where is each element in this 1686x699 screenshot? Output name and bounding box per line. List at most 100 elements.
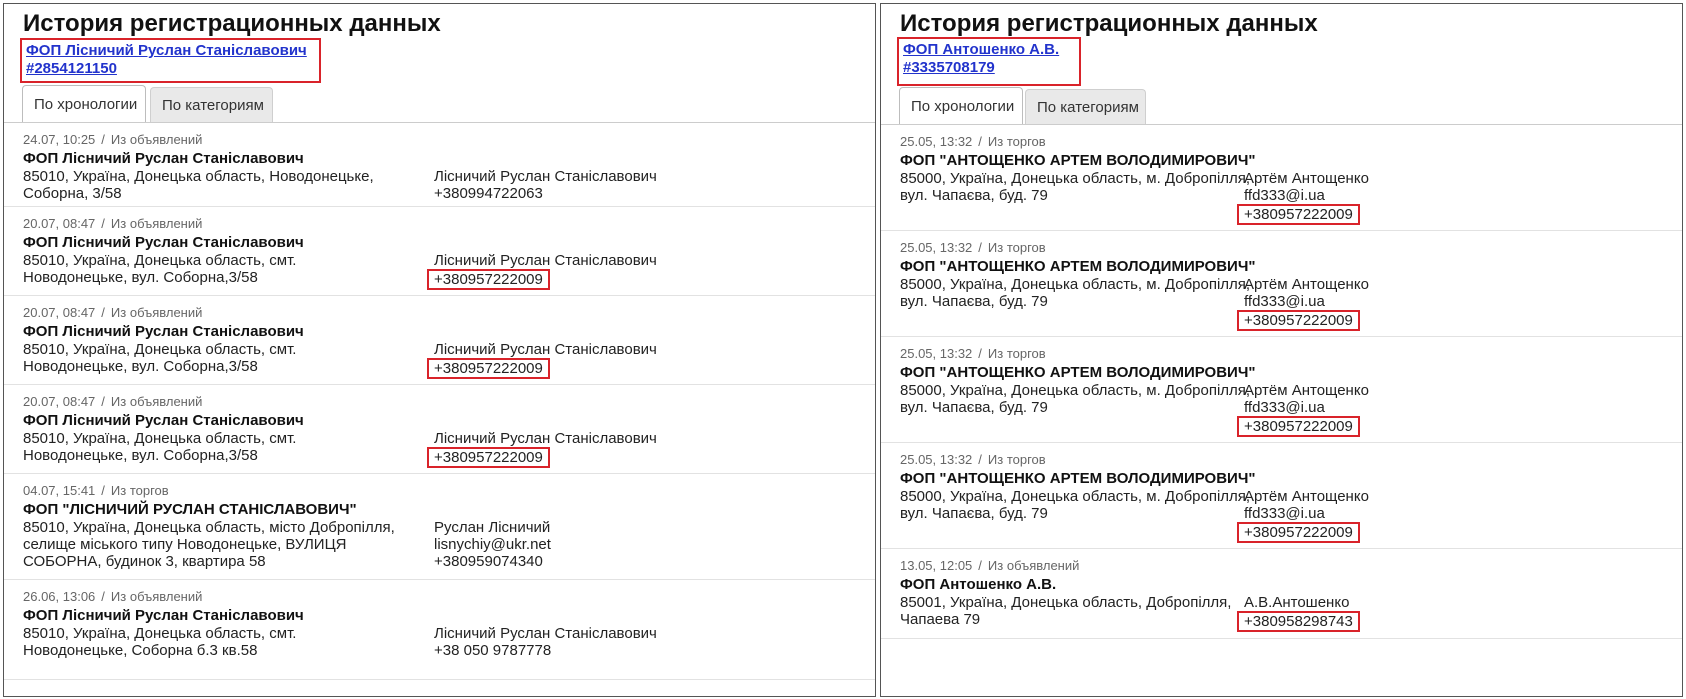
meta-separator: /	[978, 558, 982, 573]
entry-meta: 13.05, 12:05 / Из объявлений	[900, 558, 1079, 573]
meta-separator: /	[978, 134, 982, 149]
contact-line: +380957222009	[1237, 522, 1369, 543]
entity-name-link[interactable]: ФОП Лісничий Руслан Станіславович	[26, 42, 307, 60]
history-entry: 20.07, 08:47 / Из объявлений ФОП Лісничий Р…	[4, 296, 875, 385]
entry-address: 85000, Україна, Донецька область, м. Доб…	[900, 276, 1251, 310]
entry-meta: 20.07, 08:47 / Из объявлений	[23, 216, 202, 231]
entry-meta: 20.07, 08:47 / Из объявлений	[23, 305, 202, 320]
entry-address: 85010, Україна, Донецька область, смт. Н…	[23, 252, 297, 286]
contact-line: lisnychiy@ukr.net	[434, 536, 551, 553]
contact-line: Руслан Лісничий	[434, 519, 551, 536]
contact-line: Лісничий Руслан Станіславович	[434, 625, 657, 642]
page-title: История регистрационных данных	[900, 10, 1318, 37]
history-entry: 20.07, 08:47 / Из объявлений ФОП Лісничий Р…	[4, 207, 875, 296]
tab-categories[interactable]: По категориям	[150, 87, 273, 123]
contact-line: Артём Антощенко	[1244, 488, 1369, 505]
entry-address: 85000, Україна, Донецька область, м. Доб…	[900, 488, 1251, 522]
contact-line: А.В.Антошенко	[1244, 594, 1350, 611]
meta-separator: /	[978, 346, 982, 361]
history-entry: 26.06, 13:06 / Из объявлений ФОП Лісничий Р…	[4, 580, 875, 680]
meta-separator: /	[101, 132, 105, 147]
entry-date: 24.07, 10:25	[23, 132, 96, 147]
entry-contact: Артём Антощенко ffd333@i.ua +380957222009	[1237, 170, 1369, 225]
entry-meta: 25.05, 13:32 / Из торгов	[900, 134, 1046, 149]
history-entry: 24.07, 10:25 / Из объявлений ФОП Лісничий Р…	[4, 123, 875, 207]
entry-contact: А.В.Антошенко +380958298743	[1237, 594, 1360, 632]
entry-address: 85010, Україна, Донецька область, місто …	[23, 519, 395, 570]
highlighted-phone: +380957222009	[1237, 416, 1360, 437]
entry-entity-name: ФОП Лісничий Руслан Станіславович	[23, 323, 304, 340]
entry-contact: Лісничий Руслан Станіславович +3809947220…	[434, 168, 657, 202]
highlighted-phone: +380958298743	[1237, 611, 1360, 632]
history-panel-right: История регистрационных данных ФОП Антош…	[880, 3, 1683, 697]
history-entry: 13.05, 12:05 / Из объявлений ФОП Антошенко …	[881, 549, 1682, 639]
history-panel-left: История регистрационных данных ФОП Лісни…	[3, 3, 876, 697]
entry-entity-name: ФОП Лісничий Руслан Станіславович	[23, 412, 304, 429]
entry-address: 85000, Україна, Донецька область, м. Доб…	[900, 382, 1251, 416]
history-entry: 20.07, 08:47 / Из объявлений ФОП Лісничий Р…	[4, 385, 875, 474]
contact-line: +380957222009	[1237, 204, 1369, 225]
entry-contact: Лісничий Руслан Станіславович +3809572220…	[427, 252, 657, 290]
entry-address: 85010, Україна, Донецька область, смт. Н…	[23, 341, 297, 375]
entry-meta: 26.06, 13:06 / Из объявлений	[23, 589, 202, 604]
contact-line: Артём Антощенко	[1244, 382, 1369, 399]
entry-date: 25.05, 13:32	[900, 346, 973, 361]
contact-line: Лісничий Руслан Станіславович	[434, 341, 657, 358]
entry-contact: Артём Антощенко ffd333@i.ua +380957222009	[1237, 488, 1369, 543]
entity-id-link[interactable]: #3335708179	[903, 59, 1059, 77]
entry-entity-name: ФОП "АНТОЩЕНКО АРТЕМ ВОЛОДИМИРОВИЧ"	[900, 258, 1256, 275]
history-entry: 25.05, 13:32 / Из торгов ФОП "АНТОЩЕНКО АРТ…	[881, 231, 1682, 337]
contact-line: +380958298743	[1237, 611, 1360, 632]
entry-contact: Лісничий Руслан Станіславович +38 050 978…	[434, 625, 657, 659]
entry-date: 26.06, 13:06	[23, 589, 96, 604]
highlighted-phone: +380957222009	[427, 447, 550, 468]
tab-chronology[interactable]: По хронологии	[22, 85, 146, 123]
history-feed: 25.05, 13:32 / Из торгов ФОП "АНТОЩЕНКО АРТ…	[881, 125, 1682, 639]
entity-link-box: ФОП Антошенко А.В. #3335708179	[897, 37, 1082, 86]
highlighted-phone: +380957222009	[427, 269, 550, 290]
entry-source: Из торгов	[987, 346, 1046, 361]
entry-source: Из объявлений	[110, 589, 203, 604]
entity-name-link[interactable]: ФОП Антошенко А.В.	[903, 41, 1059, 59]
entry-entity-name: ФОП "АНТОЩЕНКО АРТЕМ ВОЛОДИМИРОВИЧ"	[900, 364, 1256, 381]
tab-chronology[interactable]: По хронологии	[899, 87, 1023, 125]
entry-meta: 24.07, 10:25 / Из объявлений	[23, 132, 202, 147]
highlighted-phone: +380957222009	[427, 358, 550, 379]
entry-address: 85010, Україна, Донецька область, Новодо…	[23, 168, 374, 202]
entry-source: Из торгов	[987, 134, 1046, 149]
contact-line: Лісничий Руслан Станіславович	[434, 168, 657, 185]
contact-line: ffd333@i.ua	[1244, 187, 1325, 204]
entry-date: 04.07, 15:41	[23, 483, 96, 498]
meta-separator: /	[101, 305, 105, 320]
entry-meta: 25.05, 13:32 / Из торгов	[900, 452, 1046, 467]
entry-date: 13.05, 12:05	[900, 558, 973, 573]
entry-date: 20.07, 08:47	[23, 305, 96, 320]
entry-address: 85010, Україна, Донецька область, смт. Н…	[23, 625, 297, 659]
tab-categories[interactable]: По категориям	[1025, 89, 1146, 125]
history-entry: 25.05, 13:32 / Из торгов ФОП "АНТОЩЕНКО АРТ…	[881, 337, 1682, 443]
entry-date: 20.07, 08:47	[23, 216, 96, 231]
meta-separator: /	[101, 483, 105, 498]
contact-line: Лісничий Руслан Станіславович	[434, 252, 657, 269]
entity-id-link[interactable]: #2854121150	[26, 60, 307, 78]
contact-line: +380957222009	[1237, 416, 1369, 437]
entry-address: 85010, Україна, Донецька область, смт. Н…	[23, 430, 297, 464]
contact-line: ffd333@i.ua	[1244, 399, 1325, 416]
entry-source: Из торгов	[987, 452, 1046, 467]
history-feed: 24.07, 10:25 / Из объявлений ФОП Лісничий Р…	[4, 123, 875, 680]
contact-line: ffd333@i.ua	[1244, 505, 1325, 522]
entry-source: Из торгов	[987, 240, 1046, 255]
entry-date: 25.05, 13:32	[900, 452, 973, 467]
entry-address: 85000, Україна, Донецька область, м. Доб…	[900, 170, 1251, 204]
contact-line: +380957222009	[427, 269, 657, 290]
entity-link-box: ФОП Лісничий Руслан Станіславович #28541…	[20, 38, 321, 83]
entry-entity-name: ФОП "АНТОЩЕНКО АРТЕМ ВОЛОДИМИРОВИЧ"	[900, 152, 1256, 169]
contact-line: Артём Антощенко	[1244, 276, 1369, 293]
entry-meta: 20.07, 08:47 / Из объявлений	[23, 394, 202, 409]
entry-contact: Руслан Лісничий lisnychiy@ukr.net +3809590…	[434, 519, 551, 570]
contact-line: +380957222009	[427, 358, 657, 379]
history-entry: 25.05, 13:32 / Из торгов ФОП "АНТОЩЕНКО АРТ…	[881, 443, 1682, 549]
contact-line: Лісничий Руслан Станіславович	[434, 430, 657, 447]
entry-source: Из торгов	[110, 483, 169, 498]
entry-contact: Артём Антощенко ffd333@i.ua +380957222009	[1237, 382, 1369, 437]
